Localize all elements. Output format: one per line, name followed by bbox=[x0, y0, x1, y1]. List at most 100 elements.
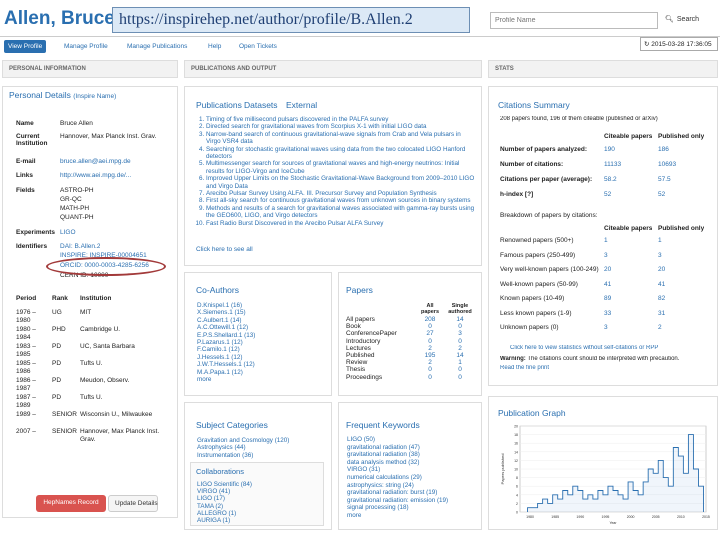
papers-row-all[interactable]: 27 bbox=[416, 330, 444, 337]
fine-print-link[interactable]: Read the fine print bbox=[500, 365, 549, 371]
tab-publications[interactable]: Publications bbox=[196, 100, 242, 110]
keyword-link[interactable]: VIRGO (31) bbox=[347, 466, 448, 474]
coauthor-link[interactable]: J.W.T.Hessels.1 (12) bbox=[197, 361, 327, 368]
search-button[interactable]: 🔍︎ Search bbox=[662, 12, 716, 29]
citation-row-published[interactable]: 186 bbox=[658, 146, 669, 153]
tab-external[interactable]: External bbox=[286, 100, 317, 110]
coauthor-link[interactable]: M.A.Papa.1 (12) bbox=[197, 369, 327, 376]
keyword-link[interactable]: gravitational radiation (47) bbox=[347, 444, 448, 452]
field-value-email[interactable]: bruce.allen@aei.mpg.de bbox=[60, 158, 131, 165]
coauthor-link[interactable]: A.C.Ottewill.1 (12) bbox=[197, 324, 327, 331]
tab-datasets[interactable]: Datasets bbox=[244, 100, 278, 110]
breakdown-row-published[interactable]: 82 bbox=[658, 295, 665, 302]
breakdown-row-citeable[interactable]: 33 bbox=[604, 310, 611, 317]
papers-row-all[interactable]: 2 bbox=[416, 345, 444, 352]
tab-manage-publications[interactable]: Manage Publications bbox=[123, 40, 191, 53]
experiment-ligo[interactable]: LIGO bbox=[60, 229, 76, 236]
publication-item[interactable]: Arecibo Pulsar Survey Using ALFA. III. P… bbox=[206, 190, 476, 197]
subject-link[interactable]: Astrophysics (44) bbox=[197, 444, 289, 451]
breakdown-row-published[interactable]: 3 bbox=[658, 252, 662, 259]
citation-row-citeable[interactable]: 52 bbox=[604, 191, 611, 198]
publication-item[interactable]: Improved Upper Limits on the Stochastic … bbox=[206, 175, 476, 190]
citation-row-published[interactable]: 57.5 bbox=[658, 176, 671, 183]
breakdown-row-published[interactable]: 41 bbox=[658, 281, 665, 288]
publication-item[interactable]: Multimessenger search for sources of gra… bbox=[206, 160, 476, 175]
citation-row-citeable[interactable]: 11133 bbox=[604, 161, 621, 168]
breakdown-row-published[interactable]: 31 bbox=[658, 310, 665, 317]
tab-view-profile[interactable]: View Profile bbox=[4, 40, 47, 53]
update-details-button[interactable]: Update Details bbox=[108, 495, 158, 512]
see-all-link[interactable]: Click here to see all bbox=[196, 246, 253, 253]
papers-row-single[interactable]: 14 bbox=[444, 352, 476, 359]
papers-row-single[interactable]: 0 bbox=[444, 366, 476, 373]
papers-row-all[interactable]: 2 bbox=[416, 359, 444, 366]
papers-row-single[interactable]: 3 bbox=[444, 330, 476, 337]
citation-row-published[interactable]: 10693 bbox=[658, 161, 676, 168]
keyword-link[interactable]: gravitational radiation: emission (19) bbox=[347, 497, 448, 505]
keyword-link[interactable]: signal processing (18) bbox=[347, 504, 448, 512]
tab-manage-profile[interactable]: Manage Profile bbox=[60, 40, 112, 53]
field-value-links[interactable]: http://www.aei.mpg.de/... bbox=[60, 172, 166, 179]
breakdown-row-published[interactable]: 2 bbox=[658, 324, 662, 331]
coauthor-link[interactable]: E.P.S.Shellard.1 (13) bbox=[197, 332, 327, 339]
coauthor-link[interactable]: D.Knispel.1 (16) bbox=[197, 302, 327, 309]
citation-row-published[interactable]: 52 bbox=[658, 191, 665, 198]
collaboration-link[interactable]: TAMA (2) bbox=[197, 503, 252, 510]
coauthor-link[interactable]: C.Aulbert.1 (14) bbox=[197, 317, 327, 324]
papers-row-all[interactable]: 208 bbox=[416, 316, 444, 323]
breakdown-row-citeable[interactable]: 1 bbox=[604, 237, 608, 244]
keyword-link[interactable]: gravitational radiation: burst (19) bbox=[347, 489, 448, 497]
breakdown-row-citeable[interactable]: 20 bbox=[604, 266, 611, 273]
subject-link[interactable]: Instrumentation (36) bbox=[197, 452, 289, 459]
publication-item[interactable]: Fast Radio Burst Discovered in the Areci… bbox=[206, 220, 476, 227]
breakdown-row-published[interactable]: 1 bbox=[658, 237, 662, 244]
keyword-link[interactable]: LIGO (50) bbox=[347, 436, 448, 444]
keywords-more-link[interactable]: more bbox=[347, 512, 448, 520]
breakdown-row-citeable[interactable]: 89 bbox=[604, 295, 611, 302]
papers-row-single[interactable]: 0 bbox=[444, 323, 476, 330]
coauthors-more-link[interactable]: more bbox=[197, 376, 327, 383]
coauthor-link[interactable]: P.Lazarus.1 (12) bbox=[197, 339, 327, 346]
identifier-dai[interactable]: DAI: B.Allen.2 bbox=[60, 243, 100, 250]
coauthor-link[interactable]: X.Siemens.1 (15) bbox=[197, 309, 327, 316]
breakdown-row-citeable[interactable]: 3 bbox=[604, 252, 608, 259]
publication-item[interactable]: Directed search for gravitational waves … bbox=[206, 123, 476, 130]
subject-link[interactable]: Gravitation and Cosmology (120) bbox=[197, 437, 289, 444]
publication-item[interactable]: Narrow-band search of continuous gravita… bbox=[206, 131, 476, 146]
search-input[interactable] bbox=[490, 12, 658, 29]
hepnames-record-button[interactable]: HepNames Record bbox=[36, 495, 106, 512]
keyword-link[interactable]: gravitational radiation (38) bbox=[347, 451, 448, 459]
papers-row-all[interactable]: 195 bbox=[416, 352, 444, 359]
collaboration-link[interactable]: ALLEGRO (1) bbox=[197, 510, 252, 517]
papers-row-single[interactable]: 1 bbox=[444, 359, 476, 366]
publication-item[interactable]: Timing of five millisecond pulsars disco… bbox=[206, 116, 476, 123]
papers-row-all[interactable]: 0 bbox=[416, 338, 444, 345]
papers-row-single[interactable]: 0 bbox=[444, 338, 476, 345]
collaboration-link[interactable]: LIGO (17) bbox=[197, 495, 252, 502]
refresh-icon[interactable]: ↻ bbox=[644, 41, 649, 48]
papers-row-all[interactable]: 0 bbox=[416, 323, 444, 330]
self-citations-link[interactable]: Click here to view statistics without se… bbox=[510, 345, 658, 351]
keyword-link[interactable]: data analysis method (32) bbox=[347, 459, 448, 467]
keyword-link[interactable]: astrophysics: string (24) bbox=[347, 482, 448, 490]
collaboration-link[interactable]: AURIGA (1) bbox=[197, 517, 252, 524]
publication-item[interactable]: First all-sky search for continuous grav… bbox=[206, 197, 476, 204]
coauthor-link[interactable]: J.Hessels.1 (12) bbox=[197, 354, 327, 361]
papers-row-all[interactable]: 0 bbox=[416, 366, 444, 373]
collaboration-link[interactable]: LIGO Scientific (84) bbox=[197, 481, 252, 488]
publication-item[interactable]: Searching for stochastic gravitational w… bbox=[206, 146, 476, 161]
citation-row-citeable[interactable]: 190 bbox=[604, 146, 615, 153]
citation-row-citeable[interactable]: 58.2 bbox=[604, 176, 617, 183]
papers-row-single[interactable]: 2 bbox=[444, 345, 476, 352]
breakdown-row-published[interactable]: 20 bbox=[658, 266, 665, 273]
tab-help[interactable]: Help bbox=[204, 40, 225, 53]
breakdown-row-citeable[interactable]: 41 bbox=[604, 281, 611, 288]
papers-row-single[interactable]: 0 bbox=[444, 374, 476, 381]
collaboration-link[interactable]: VIRGO (41) bbox=[197, 488, 252, 495]
publication-item[interactable]: Methods and results of a search for grav… bbox=[206, 205, 476, 220]
tab-open-tickets[interactable]: Open Tickets bbox=[235, 40, 281, 53]
coauthor-link[interactable]: F.Camilo.1 (12) bbox=[197, 346, 327, 353]
breakdown-row-citeable[interactable]: 3 bbox=[604, 324, 608, 331]
papers-row-all[interactable]: 0 bbox=[416, 374, 444, 381]
papers-row-single[interactable]: 14 bbox=[444, 316, 476, 323]
